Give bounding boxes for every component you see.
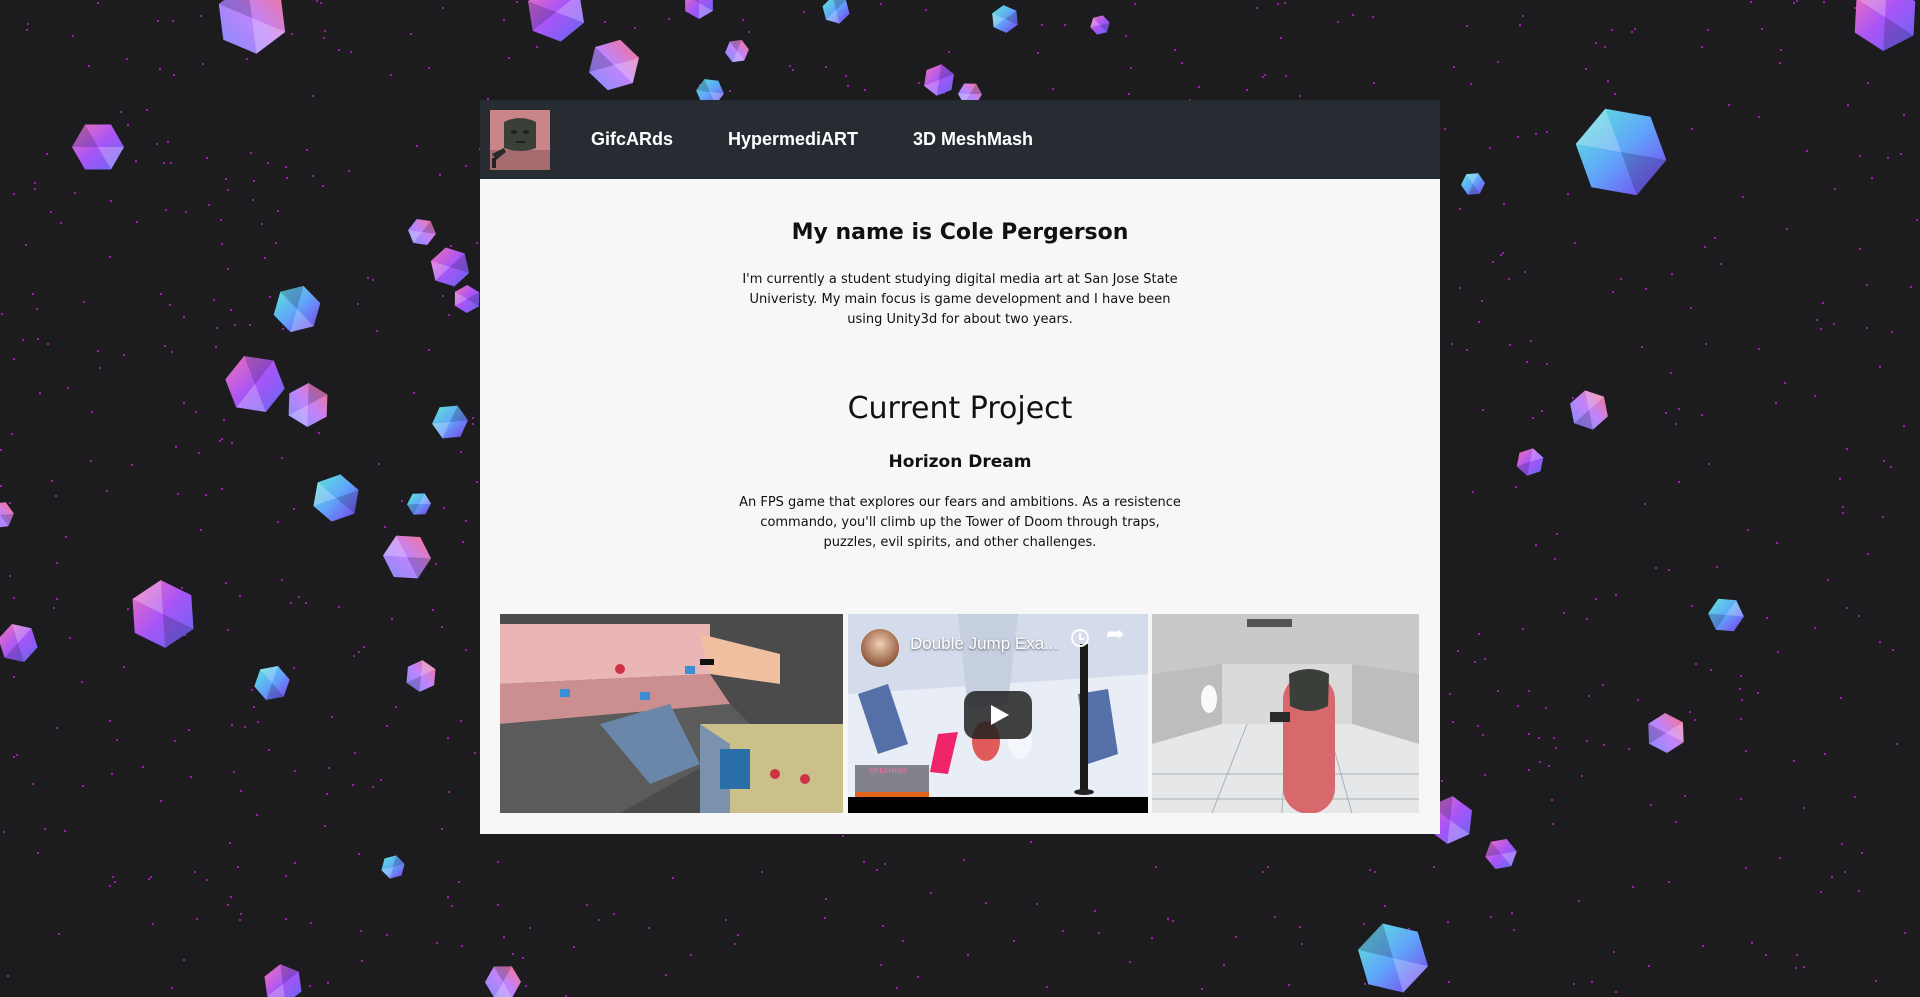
level-overview-screenshot[interactable]	[500, 614, 843, 813]
crystal-icon	[0, 502, 14, 528]
nav-link-gifcards[interactable]: GifcARds	[591, 100, 673, 179]
navbar: GifcARds HypermediART 3D MeshMash	[480, 100, 1440, 179]
play-button-icon[interactable]	[964, 691, 1032, 739]
intro-paragraph: I'm currently a student studying digital…	[742, 272, 1178, 327]
crystal-icon	[72, 124, 124, 170]
crystal-icon	[992, 5, 1018, 33]
crystal-icon	[1461, 173, 1485, 195]
crystal-icon	[1648, 713, 1684, 753]
crystal-icon	[1090, 15, 1110, 35]
crystal-icon	[725, 39, 749, 63]
nav-link-hypermediart[interactable]: HypermediART	[728, 100, 858, 179]
crystal-icon	[1516, 448, 1544, 476]
watch-later-clock-icon[interactable]	[1071, 629, 1089, 647]
game-hud-status: DREAMING	[855, 765, 929, 792]
crystal-icon	[408, 219, 436, 245]
current-project-heading: Current Project	[847, 391, 1073, 426]
crystal-icon	[924, 64, 954, 96]
crystal-icon	[383, 535, 431, 579]
home-logo-avatar-icon[interactable]	[490, 110, 550, 170]
intro-heading: My name is Cole Pergerson	[791, 220, 1129, 245]
crystal-icon	[1708, 598, 1744, 632]
crystal-icon	[1854, 0, 1916, 51]
crystal-icon	[273, 285, 321, 333]
character-screenshot[interactable]	[1152, 614, 1419, 813]
game-hud-health-bar	[855, 792, 929, 797]
content-card: GifcARds HypermediART 3D MeshMash My nam…	[480, 100, 1440, 834]
project-description: An FPS game that explores our fears and …	[739, 495, 1181, 550]
video-player-double-jump[interactable]: Double Jump Exa... ➦ DREAMING	[848, 614, 1148, 813]
crystal-icon	[218, 0, 286, 54]
crystal-icon	[288, 383, 328, 427]
crystal-icon	[1485, 839, 1517, 869]
crystal-icon	[381, 855, 405, 879]
crystal-icon	[1358, 923, 1428, 993]
crystal-icon	[132, 580, 194, 648]
crystal-icon	[432, 405, 468, 439]
crystal-icon	[406, 660, 436, 692]
crystal-icon	[1575, 108, 1667, 196]
crystal-icon	[313, 474, 359, 522]
crystal-icon	[0, 624, 38, 662]
crystal-icon	[822, 0, 850, 24]
video-title[interactable]: Double Jump Exa...	[910, 634, 1058, 654]
crystal-icon	[225, 356, 285, 412]
crystal-icon	[685, 0, 713, 19]
project-name: Horizon Dream	[888, 452, 1032, 472]
crystal-icon	[1570, 390, 1608, 430]
crystal-icon	[589, 39, 639, 91]
share-arrow-icon[interactable]: ➦	[1106, 624, 1124, 646]
crystal-icon	[264, 964, 302, 997]
crystal-icon	[485, 966, 521, 997]
crystal-icon	[454, 285, 480, 313]
crystal-icon	[430, 247, 470, 287]
channel-avatar-icon[interactable]	[860, 628, 900, 668]
nav-link-3d-meshmash[interactable]: 3D MeshMash	[913, 100, 1033, 179]
crystal-icon	[254, 666, 290, 700]
crystal-icon	[528, 0, 584, 42]
crystal-icon	[407, 493, 431, 515]
